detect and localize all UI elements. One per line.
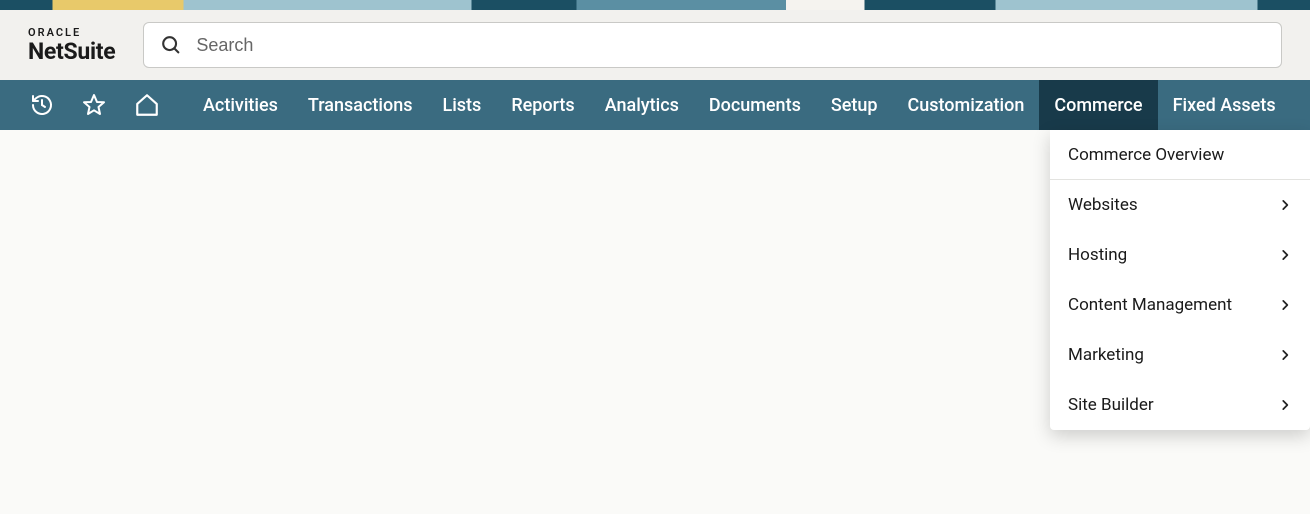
header: ORACLE NetSuite xyxy=(0,10,1310,80)
search-icon xyxy=(160,34,182,56)
nav-item-customization[interactable]: Customization xyxy=(893,80,1040,130)
nav-item-commerce[interactable]: Commerce xyxy=(1039,80,1157,130)
chevron-right-icon xyxy=(1278,248,1292,262)
dropdown-item-site-builder[interactable]: Site Builder xyxy=(1050,380,1310,430)
decorative-banner xyxy=(0,0,1310,10)
search-input[interactable] xyxy=(196,35,1265,56)
chevron-right-icon xyxy=(1278,398,1292,412)
history-icon[interactable] xyxy=(30,93,54,117)
dropdown-item-marketing[interactable]: Marketing xyxy=(1050,330,1310,380)
dropdown-item-hosting[interactable]: Hosting xyxy=(1050,230,1310,280)
nav-item-lists[interactable]: Lists xyxy=(427,80,496,130)
nav-item-documents[interactable]: Documents xyxy=(694,80,816,130)
dropdown-item-label: Commerce Overview xyxy=(1068,145,1224,165)
commerce-dropdown: Commerce Overview Websites Hosting Content … xyxy=(1050,130,1310,430)
nav-item-setup[interactable]: Setup xyxy=(816,80,893,130)
dropdown-item-websites[interactable]: Websites xyxy=(1050,180,1310,230)
dropdown-item-label: Websites xyxy=(1068,195,1138,215)
chevron-right-icon xyxy=(1278,298,1292,312)
nav-icon-group xyxy=(0,80,188,130)
brand-logo[interactable]: ORACLE NetSuite xyxy=(28,27,115,63)
nav-item-activities[interactable]: Activities xyxy=(188,80,293,130)
chevron-right-icon xyxy=(1278,198,1292,212)
brand-top: ORACLE xyxy=(28,27,115,38)
dropdown-item-label: Hosting xyxy=(1068,245,1127,265)
chevron-right-icon xyxy=(1278,348,1292,362)
main-navbar: ActivitiesTransactionsListsReportsAnalyt… xyxy=(0,80,1310,130)
search-box[interactable] xyxy=(143,22,1282,68)
nav-item-transactions[interactable]: Transactions xyxy=(293,80,428,130)
dropdown-item-commerce-overview[interactable]: Commerce Overview xyxy=(1050,130,1310,180)
nav-items: ActivitiesTransactionsListsReportsAnalyt… xyxy=(188,80,1291,130)
nav-item-fixed-assets[interactable]: Fixed Assets xyxy=(1158,80,1291,130)
nav-item-reports[interactable]: Reports xyxy=(496,80,589,130)
dropdown-item-content-management[interactable]: Content Management xyxy=(1050,280,1310,330)
dropdown-item-label: Marketing xyxy=(1068,345,1144,365)
home-icon[interactable] xyxy=(134,92,160,118)
brand-bottom: NetSuite xyxy=(28,40,115,63)
nav-item-analytics[interactable]: Analytics xyxy=(590,80,694,130)
star-icon[interactable] xyxy=(82,93,106,117)
dropdown-item-label: Content Management xyxy=(1068,295,1232,315)
dropdown-item-label: Site Builder xyxy=(1068,395,1154,415)
